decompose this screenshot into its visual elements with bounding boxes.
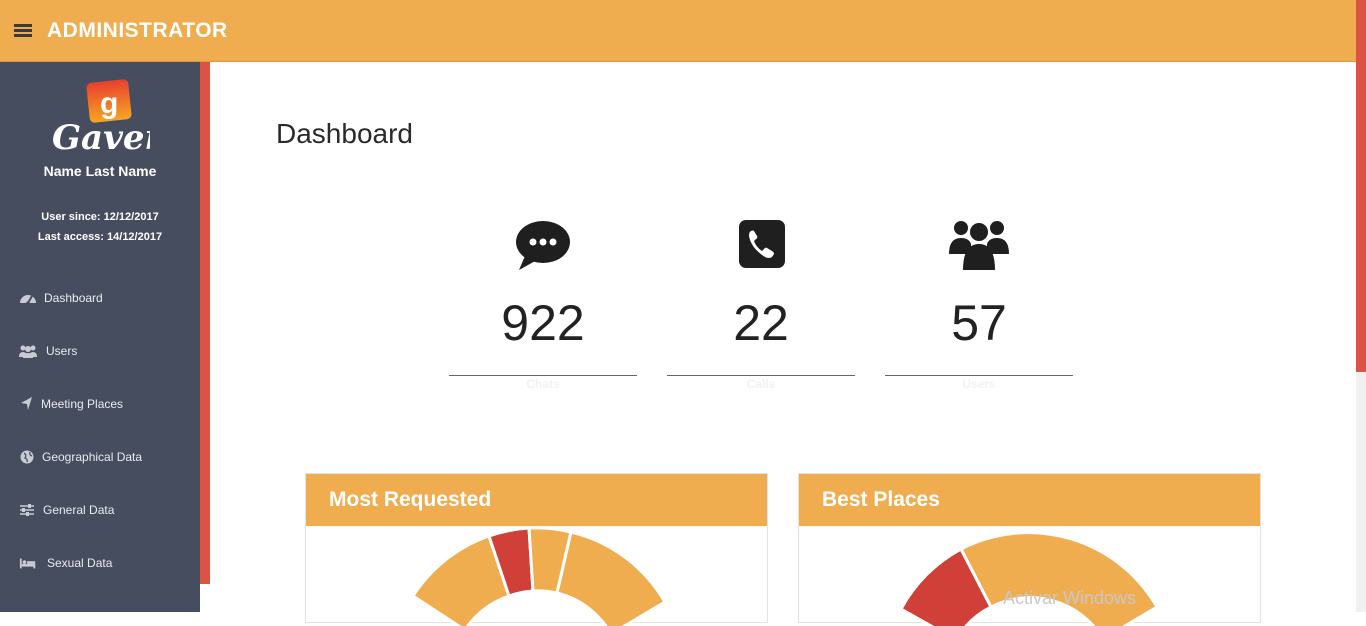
app-title: ADMINISTRATOR (47, 19, 228, 42)
activation-watermark: Activar Windows (1003, 588, 1137, 608)
sidebar: g Gaver Name Last Name User since: 12/12… (0, 62, 200, 612)
globe-icon (20, 450, 34, 464)
calls-count: 22 (733, 295, 789, 351)
sidebar-accent-strip (200, 62, 210, 584)
stat-users: 57 Users (885, 210, 1073, 392)
phone-icon (739, 220, 785, 268)
profile-name: Name Last Name (43, 163, 157, 179)
sidebar-item-sexual-data[interactable]: Sexual Data (0, 548, 200, 578)
stat-divider (885, 375, 1073, 376)
sidebar-item-label: Dashboard (44, 291, 103, 305)
chats-count: 922 (501, 295, 585, 351)
users-icon (949, 221, 1009, 270)
panel-title: Most Requested (329, 488, 492, 511)
location-arrow-icon (21, 397, 32, 410)
top-bar: ADMINISTRATOR (0, 0, 1356, 62)
chats-caption: Chats (526, 377, 560, 391)
panel-header: Best Places (799, 474, 1260, 526)
hamburger-icon[interactable] (14, 24, 32, 38)
stat-divider (667, 375, 855, 376)
chat-bubble-icon (516, 221, 570, 270)
page-title: Dashboard (276, 118, 413, 149)
sidebar-item-meeting-places[interactable]: Meeting Places (0, 389, 200, 419)
svg-text:Gaver: Gaver (52, 118, 150, 153)
stat-chats: 922 Chats (449, 210, 637, 392)
users-caption: Users (962, 377, 996, 391)
stat-calls: 22 Calls (667, 210, 855, 392)
sidebar-item-label: General Data (43, 503, 115, 517)
sidebar-item-label: Users (46, 344, 78, 358)
users-icon (19, 345, 37, 358)
user-since: User since: 12/12/2017 (41, 211, 159, 223)
panel-most-requested: Most Requested (305, 473, 768, 626)
sidebar-item-geographical-data[interactable]: Geographical Data (0, 442, 200, 472)
calls-caption: Calls (746, 377, 776, 391)
panel-title: Best Places (822, 488, 940, 511)
svg-text:g: g (100, 87, 118, 120)
donut-chart (410, 526, 668, 626)
sidebar-item-label: Sexual Data (47, 556, 113, 570)
sliders-icon (20, 504, 34, 516)
gaver-logo: g Gaver (52, 79, 150, 153)
panel-header: Most Requested (306, 474, 767, 526)
sidebar-item-general-data[interactable]: General Data (0, 495, 200, 525)
scrollbar-thumb[interactable] (1356, 0, 1366, 372)
sidebar-item-label: Geographical Data (42, 450, 143, 464)
stat-divider (449, 375, 637, 376)
donut-chart (898, 531, 1160, 626)
last-access: Last access: 14/12/2017 (37, 231, 163, 243)
sidebar-item-label: Meeting Places (41, 397, 124, 411)
bed-icon (19, 558, 36, 569)
sidebar-item-users[interactable]: Users (0, 336, 200, 366)
dashboard-icon (20, 295, 36, 305)
users-count: 57 (951, 295, 1007, 351)
sidebar-item-dashboard[interactable]: Dashboard (0, 283, 200, 313)
